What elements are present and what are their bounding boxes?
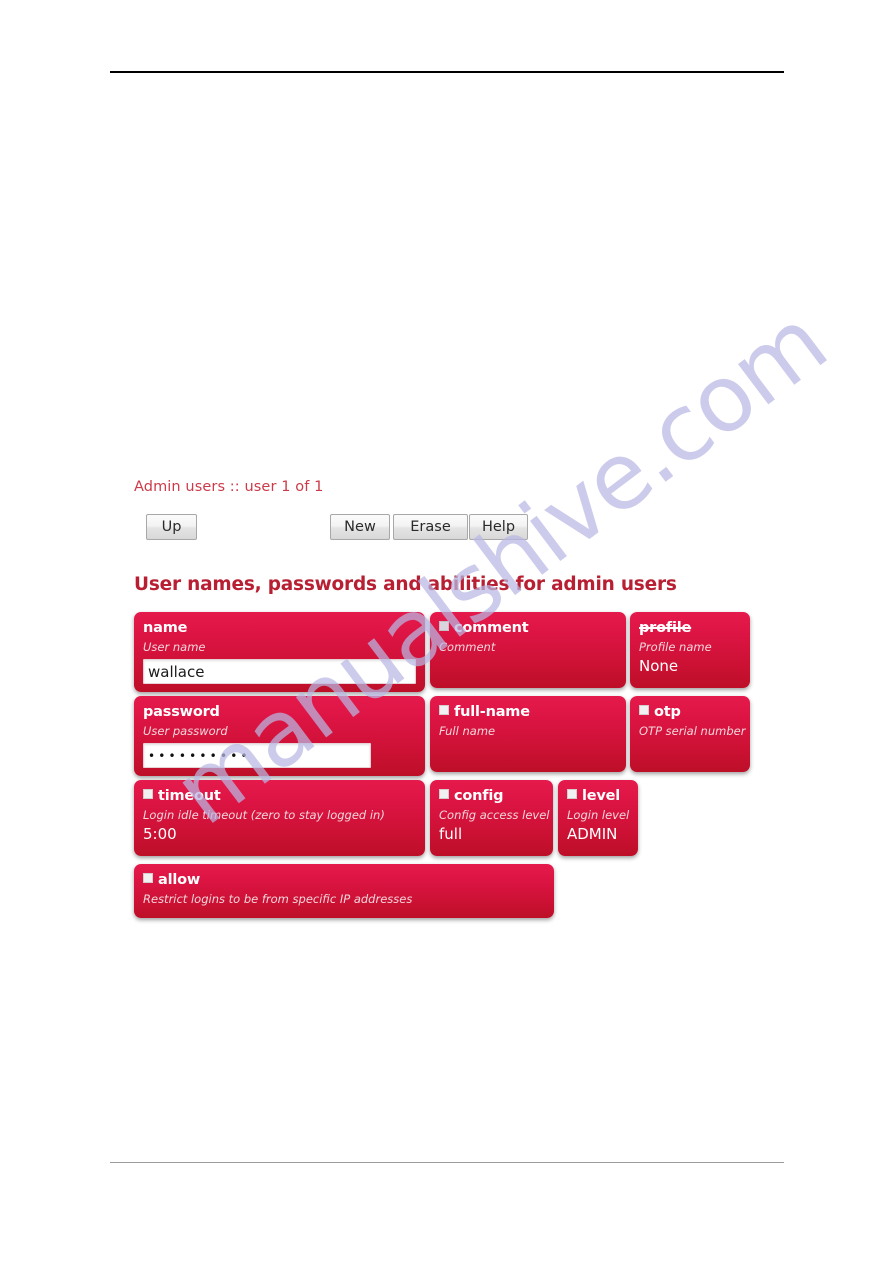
password-input[interactable]: •••••••••• xyxy=(143,743,371,768)
field-row: allow Restrict logins to be from specifi… xyxy=(134,862,774,922)
field-desc-full-name: Full name xyxy=(439,724,496,738)
checkbox-icon-level[interactable] xyxy=(567,789,577,799)
field-title-allow: allow xyxy=(143,872,545,889)
checkbox-icon-config[interactable] xyxy=(439,789,449,799)
field-row: name User name comment Comment profile P… xyxy=(134,610,774,694)
field-card-full-name[interactable]: full-name Full name xyxy=(430,696,626,772)
new-button[interactable]: New xyxy=(330,514,390,540)
help-button[interactable]: Help xyxy=(469,514,528,540)
field-title-comment: comment xyxy=(439,620,617,637)
field-card-name[interactable]: name User name xyxy=(134,612,425,692)
field-card-password[interactable]: password User password •••••••••• xyxy=(134,696,425,776)
checkbox-icon-timeout[interactable] xyxy=(143,789,153,799)
page-title: User names, passwords and abilities for … xyxy=(134,574,677,595)
checkbox-icon-full-name[interactable] xyxy=(439,705,449,715)
field-title-otp-text: otp xyxy=(654,704,681,720)
field-desc-allow: Restrict logins to be from specific IP a… xyxy=(143,892,413,906)
field-title-name: name xyxy=(143,620,188,636)
field-card-otp[interactable]: otp OTP serial number xyxy=(630,696,750,772)
field-card-config[interactable]: config Config access level full xyxy=(430,780,553,856)
erase-button[interactable]: Erase xyxy=(393,514,468,540)
field-title-config-text: config xyxy=(454,788,504,804)
field-title-timeout-text: timeout xyxy=(158,788,221,804)
field-desc-password: User password xyxy=(143,724,228,738)
field-value-profile: None xyxy=(639,657,679,675)
field-card-allow[interactable]: allow Restrict logins to be from specifi… xyxy=(134,864,554,918)
field-value-level: ADMIN xyxy=(567,825,618,843)
field-card-level[interactable]: level Login level ADMIN xyxy=(558,780,638,856)
field-row: timeout Login idle timeout (zero to stay… xyxy=(134,778,774,862)
name-input[interactable] xyxy=(143,659,416,684)
field-title-config: config xyxy=(439,788,544,805)
field-title-profile: profile xyxy=(639,620,692,636)
field-card-profile[interactable]: profile Profile name None xyxy=(630,612,750,688)
field-desc-profile: Profile name xyxy=(639,640,712,654)
up-button[interactable]: Up xyxy=(146,514,197,540)
field-desc-timeout: Login idle timeout (zero to stay logged … xyxy=(143,808,385,822)
password-masked-value: •••••••••• xyxy=(148,749,251,763)
field-desc-config: Config access level xyxy=(439,808,550,822)
field-title-allow-text: allow xyxy=(158,872,201,888)
field-title-otp: otp xyxy=(639,704,741,721)
field-row: password User password •••••••••• full-n… xyxy=(134,694,774,778)
checkbox-icon-allow[interactable] xyxy=(143,873,153,883)
field-title-password: password xyxy=(143,704,220,720)
field-desc-otp: OTP serial number xyxy=(639,724,746,738)
field-title-timeout: timeout xyxy=(143,788,416,805)
field-value-config: full xyxy=(439,825,463,843)
checkbox-icon-comment[interactable] xyxy=(439,621,449,631)
field-desc-comment: Comment xyxy=(439,640,496,654)
field-card-timeout[interactable]: timeout Login idle timeout (zero to stay… xyxy=(134,780,425,856)
field-desc-name: User name xyxy=(143,640,206,654)
field-desc-level: Login level xyxy=(567,808,630,822)
breadcrumb: Admin users :: user 1 of 1 xyxy=(134,479,324,495)
field-title-level: level xyxy=(567,788,629,805)
field-title-full-name: full-name xyxy=(439,704,617,721)
checkbox-icon-otp[interactable] xyxy=(639,705,649,715)
field-title-level-text: level xyxy=(582,788,621,804)
field-card-comment[interactable]: comment Comment xyxy=(430,612,626,688)
field-title-comment-text: comment xyxy=(454,620,529,636)
page-content: Admin users :: user 1 of 1 Up New Erase … xyxy=(0,0,893,1263)
field-title-full-name-text: full-name xyxy=(454,704,530,720)
field-card-grid: name User name comment Comment profile P… xyxy=(134,610,774,922)
field-value-timeout: 5:00 xyxy=(143,825,177,843)
